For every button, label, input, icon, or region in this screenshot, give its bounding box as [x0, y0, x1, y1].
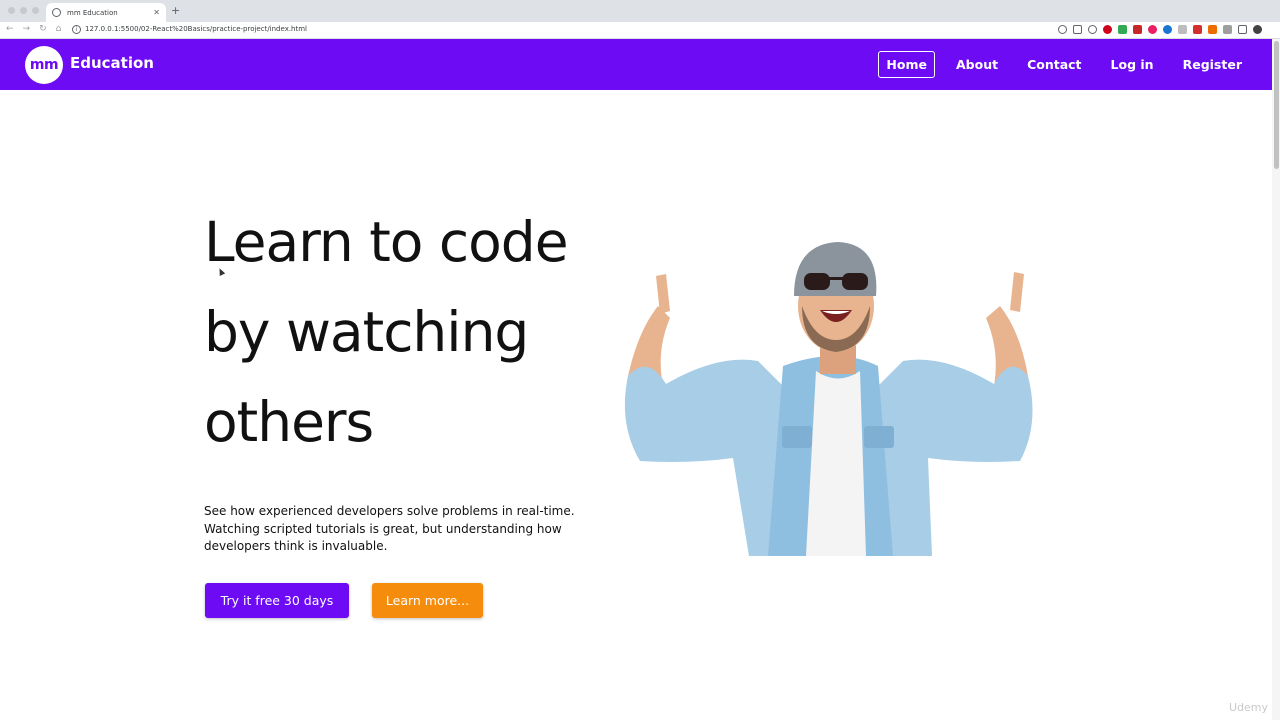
hero-title-line: others [204, 390, 374, 454]
scrollbar-thumb[interactable] [1274, 41, 1279, 169]
extension-pink-icon[interactable] [1148, 25, 1157, 34]
star-icon[interactable] [1088, 25, 1097, 34]
hero-description-line: See how experienced developers solve pro… [204, 504, 575, 518]
hero-description-line: Watching scripted tutorials is great, bu… [204, 521, 562, 536]
extension-gray-icon[interactable] [1178, 25, 1187, 34]
browser-tab[interactable]: mm Education ✕ [46, 3, 166, 22]
hero-title: Learn to code by watching others [204, 197, 569, 467]
tab-title: mm Education [67, 8, 118, 17]
minimize-window-icon[interactable] [20, 7, 27, 14]
extension-blue-icon[interactable] [1163, 25, 1172, 34]
maximize-window-icon[interactable] [32, 7, 39, 14]
forward-icon[interactable]: → [23, 24, 31, 34]
window-controls[interactable] [8, 7, 39, 14]
logo[interactable]: mm [25, 46, 63, 84]
home-icon[interactable]: ⌂ [56, 24, 62, 34]
learn-more-button[interactable]: Learn more... [372, 583, 483, 618]
hero-description-line: developers think is invaluable. [204, 539, 388, 553]
hero-image [624, 242, 1033, 556]
nav-login[interactable]: Log in [1103, 51, 1162, 78]
hero-title-line: Learn to code [204, 210, 569, 274]
zoom-icon[interactable] [1058, 25, 1067, 34]
back-icon[interactable]: ← [6, 24, 14, 34]
puzzle-icon[interactable] [1223, 25, 1232, 34]
nav-register[interactable]: Register [1175, 51, 1250, 78]
site-header: mm Education Home About Contact Log in R… [0, 39, 1272, 90]
watermark: Udemy [1228, 701, 1268, 714]
try-free-button[interactable]: Try it free 30 days [205, 583, 349, 618]
share-icon[interactable] [1073, 25, 1082, 34]
hero-title-line: by watching [204, 300, 529, 364]
close-tab-icon[interactable]: ✕ [153, 8, 160, 17]
info-icon[interactable]: i [72, 25, 81, 34]
new-tab-button[interactable]: + [171, 4, 180, 17]
sidebar-icon[interactable] [1238, 25, 1247, 34]
address-bar[interactable]: 127.0.0.1:5500/02-React%20Basics/practic… [85, 25, 307, 33]
browser-toolbar: ← → ↻ ⌂ i 127.0.0.1:5500/02-React%20Basi… [0, 22, 1280, 39]
extension-icons [1058, 25, 1262, 34]
extension-red-icon[interactable] [1133, 25, 1142, 34]
extension-orange-icon[interactable] [1208, 25, 1217, 34]
browser-tab-bar: mm Education ✕ + [0, 0, 1280, 22]
main-nav: Home About Contact Log in Register [865, 51, 1250, 78]
reload-icon[interactable]: ↻ [39, 24, 47, 34]
nav-home[interactable]: Home [878, 51, 935, 78]
globe-icon [52, 8, 61, 17]
nav-contact[interactable]: Contact [1019, 51, 1089, 78]
brand-name[interactable]: Education [70, 54, 154, 72]
opera-icon[interactable] [1103, 25, 1112, 34]
close-window-icon[interactable] [8, 7, 15, 14]
profile-avatar-icon[interactable] [1253, 25, 1262, 34]
hero-description: See how experienced developers solve pro… [204, 503, 604, 556]
extension-red2-icon[interactable] [1193, 25, 1202, 34]
shield-icon[interactable] [1118, 25, 1127, 34]
nav-about[interactable]: About [948, 51, 1006, 78]
